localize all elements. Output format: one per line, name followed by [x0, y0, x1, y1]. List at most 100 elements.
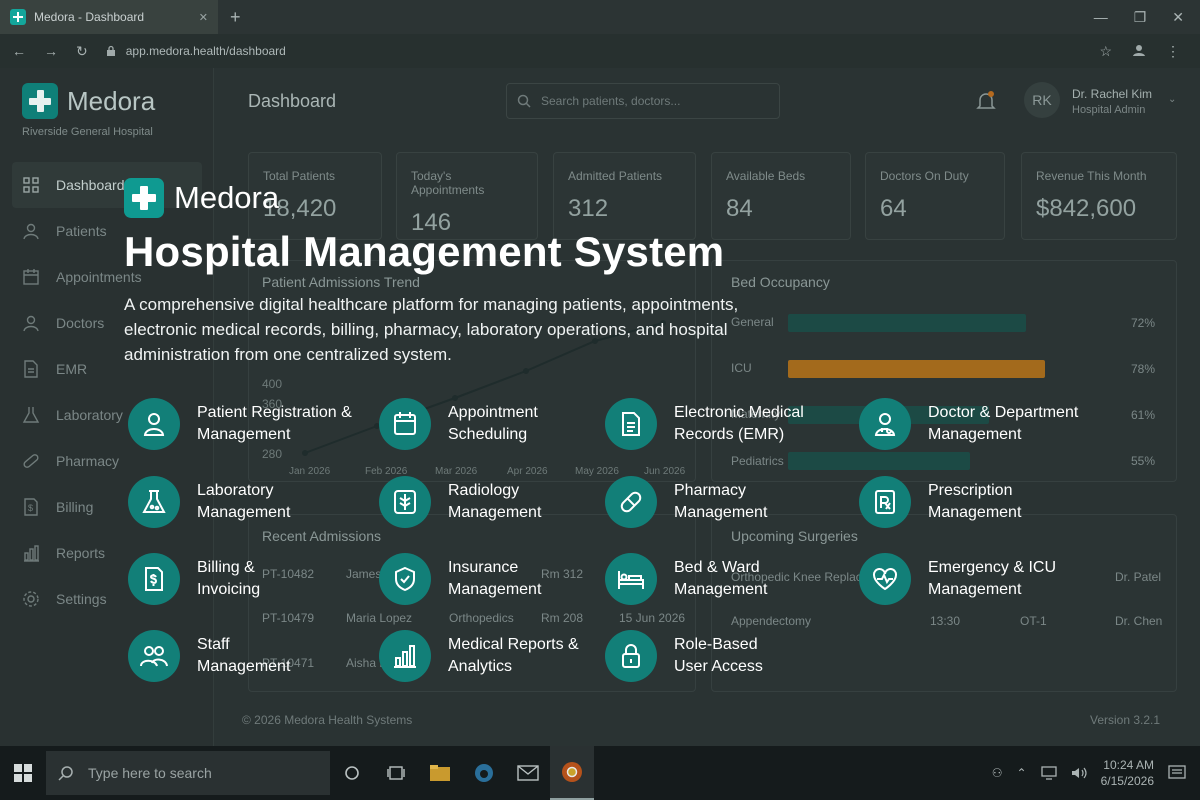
- search-input[interactable]: Search patients, doctors...: [506, 83, 780, 119]
- bed-percent: 55%: [1131, 454, 1156, 468]
- chevron-down-icon[interactable]: ⌄: [1168, 94, 1176, 105]
- search-icon: [58, 766, 73, 781]
- menu-dots-icon[interactable]: ⋮: [1166, 43, 1180, 60]
- x-tick: Mar 2026: [435, 466, 478, 477]
- url-field[interactable]: app.medora.health/dashboard: [106, 44, 286, 58]
- sidebar-item-pharmacy[interactable]: Pharmacy: [12, 438, 202, 484]
- system-tray: ⚇ ⌃ 10:24 AM 6/15/2026: [992, 757, 1200, 789]
- sidebar-item-label: Appointments: [56, 269, 142, 285]
- bed-label: Pediatrics: [731, 454, 784, 468]
- maximize-button[interactable]: ❐: [1134, 9, 1147, 26]
- close-window-button[interactable]: ✕: [1172, 9, 1184, 26]
- profile-icon[interactable]: [1132, 43, 1146, 57]
- admission-name: James R: [346, 567, 394, 581]
- taskbar-search-input[interactable]: Type here to search: [46, 751, 330, 795]
- stat-card-appointments: Today's Appointments 146: [396, 152, 538, 240]
- admission-room: Rm 312: [541, 567, 584, 581]
- clock-date: 6/15/2026: [1100, 774, 1154, 788]
- browser-tab[interactable]: Medora - Dashboard ✕: [0, 0, 218, 34]
- sidebar-item-dashboard[interactable]: Dashboard: [12, 162, 202, 208]
- chrome-browser-icon[interactable]: [550, 746, 594, 800]
- reload-icon[interactable]: ↻: [76, 43, 88, 60]
- stat-card-revenue: Revenue This Month $842,600: [1021, 152, 1177, 240]
- bed-occupancy-panel: Bed Occupancy General 72% ICU 78% Matern…: [711, 260, 1177, 482]
- sidebar-item-appointments[interactable]: Appointments: [12, 254, 202, 300]
- bed-occupancy-bar: [788, 314, 1026, 332]
- x-tick: Apr 2026: [507, 466, 548, 477]
- network-icon[interactable]: [1040, 766, 1057, 780]
- sidebar-item-label: Laboratory: [56, 407, 123, 423]
- admission-room: Rm 208: [541, 611, 584, 625]
- sidebar-item-reports[interactable]: Reports: [12, 530, 202, 576]
- user-icon: [23, 223, 39, 240]
- doctor-icon: [23, 315, 39, 332]
- mail-icon[interactable]: [506, 746, 550, 800]
- flask-icon: [22, 407, 40, 423]
- sidebar-item-billing[interactable]: $ Billing: [12, 484, 202, 530]
- windows-logo-icon: [14, 764, 32, 782]
- medora-cross-icon: [22, 83, 58, 119]
- admission-id[interactable]: PT-10482: [262, 567, 314, 581]
- sidebar-item-settings[interactable]: Settings: [12, 576, 202, 622]
- x-tick: Feb 2026: [365, 466, 408, 477]
- calendar-icon: [23, 269, 39, 285]
- forward-arrow-icon[interactable]: →: [44, 43, 58, 59]
- stat-value: 84: [726, 195, 753, 222]
- sidebar-item-patients[interactable]: Patients: [12, 208, 202, 254]
- stat-label: Total Patients: [263, 169, 336, 183]
- file-explorer-icon[interactable]: [418, 746, 462, 800]
- stat-value: 64: [880, 195, 907, 222]
- medora-favicon-icon: [10, 9, 26, 25]
- tab-close-icon[interactable]: ✕: [199, 11, 208, 24]
- admission-id[interactable]: PT-10471: [262, 656, 314, 670]
- volume-icon[interactable]: [1071, 766, 1087, 780]
- grid-icon: [23, 177, 39, 193]
- dashboard-app: Medora Riverside General Hospital Dashbo…: [0, 68, 1200, 746]
- bed-label: ICU: [731, 361, 752, 375]
- sidebar-item-laboratory[interactable]: Laboratory: [12, 392, 202, 438]
- admissions-line: [302, 320, 666, 456]
- cortana-icon[interactable]: [330, 746, 374, 800]
- gear-icon: [23, 591, 39, 607]
- notifications-icon[interactable]: [1168, 765, 1186, 781]
- bookmark-star-icon[interactable]: ☆: [1099, 43, 1112, 60]
- stat-value: 312: [568, 195, 609, 222]
- edge-browser-icon[interactable]: [462, 746, 506, 800]
- user-name: Dr. Rachel Kim: [1072, 87, 1153, 101]
- admission-date: 15 Jun 2026: [619, 611, 686, 625]
- sidebar-item-doctors[interactable]: Doctors: [12, 300, 202, 346]
- user-role: Hospital Admin: [1072, 104, 1146, 116]
- footer-version: Version 3.2.1: [1090, 713, 1161, 727]
- admissions-trend-panel: Patient Admissions Trend 400 360 280 Jan…: [248, 260, 696, 482]
- system-clock[interactable]: 10:24 AM 6/15/2026: [1101, 757, 1154, 789]
- bar-chart-icon: [24, 545, 39, 562]
- chevron-up-icon[interactable]: ⌃: [1017, 766, 1027, 780]
- task-view-icon[interactable]: [374, 746, 418, 800]
- document-icon: [24, 360, 38, 378]
- minimize-button[interactable]: —: [1094, 9, 1108, 26]
- app-logo[interactable]: Medora: [22, 83, 155, 119]
- new-tab-button[interactable]: +: [230, 7, 241, 28]
- page-title: Dashboard: [248, 91, 337, 111]
- surgery-room: OT-1: [1020, 614, 1047, 628]
- stat-value: 18,420: [263, 195, 337, 222]
- stat-card-total-patients: Total Patients 18,420: [248, 152, 382, 240]
- avatar[interactable]: RK: [1024, 82, 1060, 118]
- back-arrow-icon[interactable]: ←: [12, 43, 26, 59]
- bed-label: General: [731, 315, 774, 329]
- admission-id[interactable]: PT-10479: [262, 611, 314, 625]
- invoice-icon: $: [24, 498, 38, 516]
- notification-bell-icon[interactable]: [976, 90, 996, 117]
- stat-label: Revenue This Month: [1036, 169, 1147, 183]
- panel-title: Bed Occupancy: [731, 274, 830, 290]
- stat-value: 146: [411, 209, 452, 236]
- people-icon[interactable]: ⚇: [992, 766, 1003, 780]
- panel-title: Upcoming Surgeries: [731, 528, 858, 544]
- surgery-name: Orthopedic Knee Replace: [731, 570, 869, 584]
- search-icon: [517, 94, 531, 108]
- user-info[interactable]: Dr. Rachel Kim Hospital Admin: [1072, 87, 1152, 116]
- windows-start-button[interactable]: [0, 746, 46, 800]
- sidebar-item-emr[interactable]: EMR: [12, 346, 202, 392]
- admission-dept: Orthopedics: [449, 611, 514, 625]
- svg-text:$: $: [28, 503, 33, 513]
